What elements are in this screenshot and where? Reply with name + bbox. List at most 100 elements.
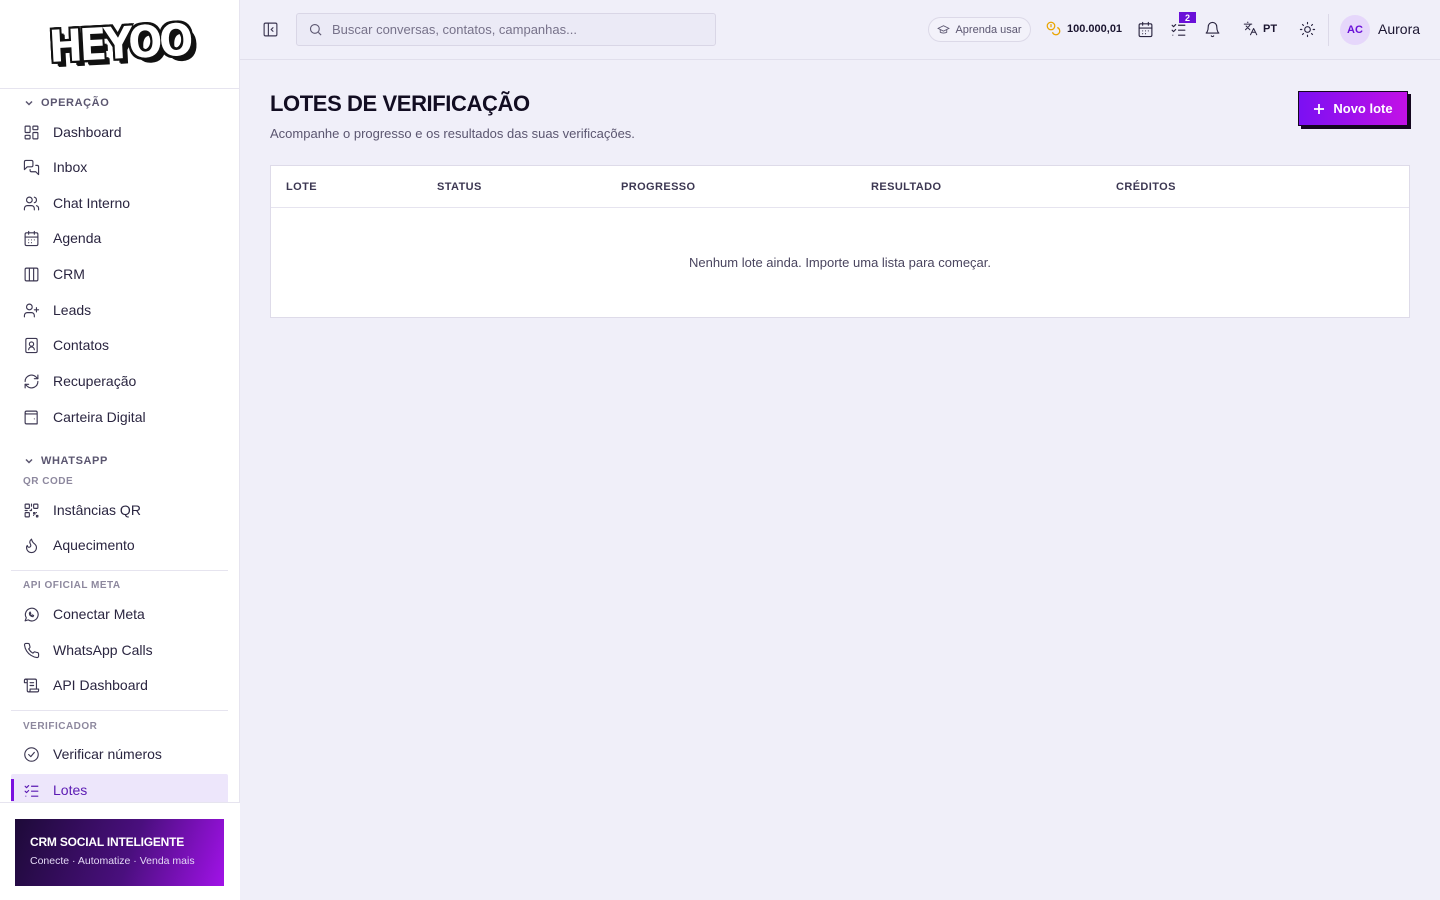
batches-table: LOTE STATUS PROGRESSO RESULTADO CRÉDITOS… xyxy=(270,165,1410,318)
calendar-icon xyxy=(1138,21,1153,38)
sidebar-item-inbox[interactable]: Inbox xyxy=(11,151,228,183)
sidebar-item-label: WhatsApp Calls xyxy=(53,642,153,658)
users-icon xyxy=(23,196,40,210)
sidebar-item-lotes[interactable]: Lotes xyxy=(11,774,228,802)
plus-icon xyxy=(1314,103,1325,114)
languages-icon xyxy=(1243,21,1258,36)
panel-left-icon xyxy=(263,22,278,37)
column-header-progresso[interactable]: PROGRESSO xyxy=(621,181,696,193)
table-header: LOTE STATUS PROGRESSO RESULTADO CRÉDITOS xyxy=(271,166,1409,208)
column-header-status[interactable]: STATUS xyxy=(437,181,482,193)
sidebar: HEYOO OPERAÇÃO Dashboard Inbox Chat Inte… xyxy=(0,0,240,900)
divider xyxy=(1328,14,1329,46)
scroll-icon xyxy=(23,678,40,692)
sidebar-item-label: Lotes xyxy=(53,782,88,798)
sidebar-item-crm[interactable]: CRM xyxy=(11,258,228,290)
topbar: Aprenda usar 100.000,01 2 PT AC Aurora xyxy=(240,0,1440,60)
whatsapp-icon xyxy=(24,607,39,622)
column-header-creditos[interactable]: CRÉDITOS xyxy=(1116,181,1176,193)
column-header-lote[interactable]: LOTE xyxy=(286,181,317,193)
sidebar-item-label: Agenda xyxy=(53,230,102,246)
phone-icon xyxy=(23,642,40,658)
sidebar-item-api-dashboard[interactable]: API Dashboard xyxy=(11,669,228,701)
sidebar-item-verificar-numeros[interactable]: Verificar números xyxy=(11,738,228,770)
sidebar-item-label: Leads xyxy=(53,302,92,318)
coins-icon xyxy=(1046,21,1061,36)
sidebar-item-label: Recuperação xyxy=(53,373,137,389)
sidebar-item-recuperacao[interactable]: Recuperação xyxy=(11,365,228,397)
promo-title: CRM SOCIAL INTELIGENTE xyxy=(30,835,185,849)
contact-book-icon xyxy=(25,337,38,353)
sidebar-item-label: Chat Interno xyxy=(53,195,131,211)
dashboard-icon xyxy=(24,125,39,139)
search-bar xyxy=(296,13,716,46)
graduation-cap-icon xyxy=(937,25,951,34)
sidebar-item-label: API Dashboard xyxy=(53,677,148,693)
sidebar-item-agenda[interactable]: Agenda xyxy=(11,222,228,254)
sidebar-item-contatos[interactable]: Contatos xyxy=(11,329,228,361)
sidebar-item-carteira-digital[interactable]: Carteira Digital xyxy=(11,401,228,433)
sun-icon xyxy=(1299,21,1316,38)
sidebar-item-label: Aquecimento xyxy=(53,537,135,553)
sidebar-item-label: Instâncias QR xyxy=(53,502,141,518)
brand-logo[interactable]: HEYOO xyxy=(48,15,192,73)
divider xyxy=(11,710,228,711)
language-label: PT xyxy=(1263,22,1278,35)
sidebar-item-leads[interactable]: Leads xyxy=(11,294,228,326)
section-header-whatsapp[interactable]: WHATSAPP xyxy=(24,455,108,467)
search-input[interactable] xyxy=(332,22,692,37)
language-selector[interactable]: PT xyxy=(1243,21,1277,36)
section-header-operacao[interactable]: OPERAÇÃO xyxy=(24,97,109,109)
new-batch-button[interactable]: Novo lote xyxy=(1298,91,1408,126)
empty-state-message: Nenhum lote ainda. Importe uma lista par… xyxy=(688,255,992,270)
promo-banner[interactable]: CRM SOCIAL INTELIGENTE Conecte · Automat… xyxy=(15,819,224,886)
sidebar-item-label: Contatos xyxy=(53,337,110,353)
page-title: LOTES DE VERIFICAÇÃO xyxy=(270,91,530,116)
calendar-button[interactable] xyxy=(1137,21,1154,38)
tasks-button[interactable] xyxy=(1170,21,1187,38)
sidebar-item-label: Inbox xyxy=(53,159,88,175)
promo-subtitle: Conecte · Automatize · Venda mais xyxy=(30,855,195,867)
sidebar-item-conectar-meta[interactable]: Conectar Meta xyxy=(11,598,228,630)
tasks-badge: 2 xyxy=(1179,12,1196,23)
subsection-qr-code: QR CODE xyxy=(23,476,74,487)
subsection-verificador: VERIFICADOR xyxy=(23,721,98,732)
kanban-icon xyxy=(24,267,39,281)
sidebar-toggle-button[interactable] xyxy=(262,21,279,38)
promo-area: CRM SOCIAL INTELIGENTE Conecte · Automat… xyxy=(0,802,240,900)
credits-balance[interactable]: 100.000,01 xyxy=(1046,21,1122,36)
user-name[interactable]: Aurora xyxy=(1378,21,1420,37)
wallet-icon xyxy=(24,410,38,424)
bell-icon xyxy=(1205,21,1220,38)
sidebar-item-label: Carteira Digital xyxy=(53,409,146,425)
sidebar-item-chat-interno[interactable]: Chat Interno xyxy=(11,187,228,219)
column-header-resultado[interactable]: RESULTADO xyxy=(871,181,941,193)
user-plus-icon xyxy=(23,303,40,317)
list-checks-icon xyxy=(24,784,39,797)
inbox-icon xyxy=(23,159,40,175)
learn-button[interactable]: Aprenda usar xyxy=(928,17,1031,42)
sidebar-item-instancias-qr[interactable]: Instâncias QR xyxy=(11,494,228,526)
logo-area: HEYOO xyxy=(0,0,239,89)
sidebar-item-dashboard[interactable]: Dashboard xyxy=(11,116,228,148)
chevron-down-icon xyxy=(25,100,33,106)
avatar[interactable]: AC xyxy=(1340,15,1370,45)
section-label: WHATSAPP xyxy=(41,455,108,467)
sidebar-item-whatsapp-calls[interactable]: WhatsApp Calls xyxy=(11,634,228,666)
sidebar-nav: OPERAÇÃO Dashboard Inbox Chat Interno Ag… xyxy=(0,90,240,802)
chevron-down-icon xyxy=(25,458,33,464)
sidebar-item-aquecimento[interactable]: Aquecimento xyxy=(11,529,228,561)
sidebar-item-label: Verificar números xyxy=(53,746,162,762)
search-icon xyxy=(309,23,322,36)
calendar-icon xyxy=(24,230,39,246)
subsection-api-oficial: API OFICIAL META xyxy=(23,580,121,591)
learn-label: Aprenda usar xyxy=(955,23,1022,36)
page-subtitle: Acompanhe o progresso e os resultados da… xyxy=(270,126,635,141)
divider xyxy=(11,570,228,571)
theme-toggle-button[interactable] xyxy=(1299,21,1316,38)
list-checks-icon xyxy=(1171,23,1186,36)
qr-code-icon xyxy=(24,503,39,517)
notifications-button[interactable] xyxy=(1204,21,1221,38)
flame-icon xyxy=(25,538,38,553)
credits-value: 100.000,01 xyxy=(1067,22,1123,35)
